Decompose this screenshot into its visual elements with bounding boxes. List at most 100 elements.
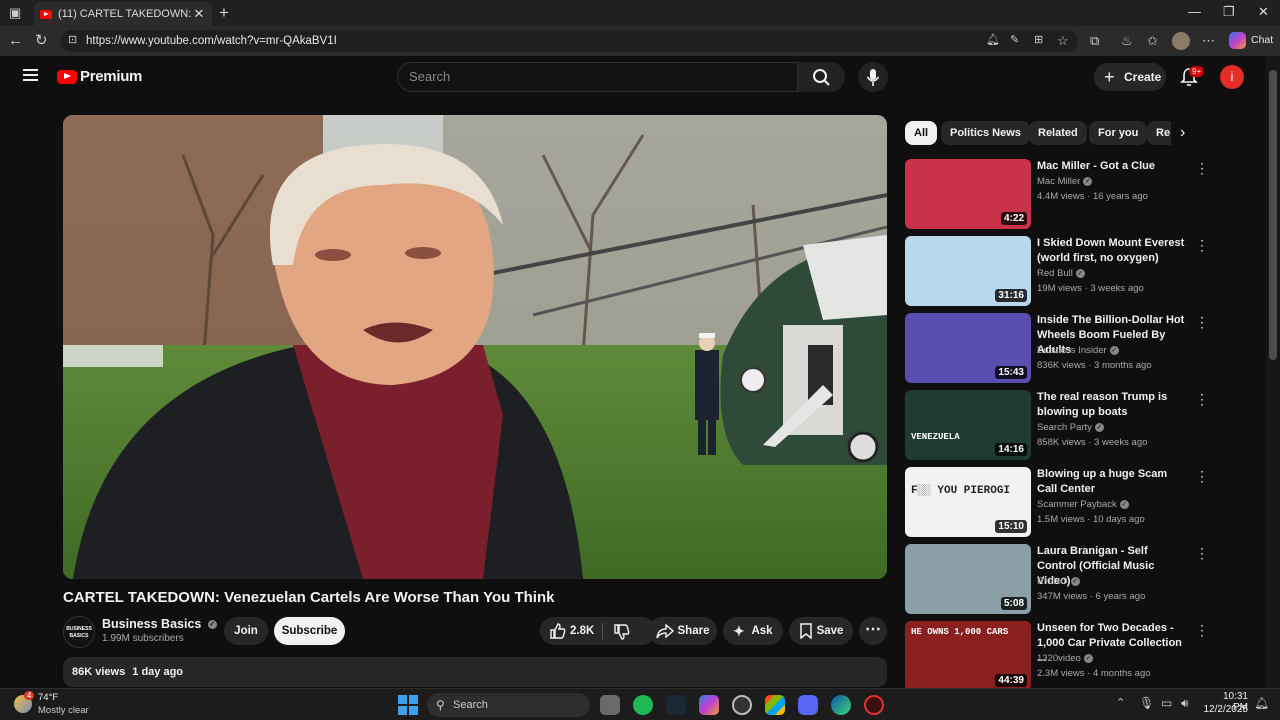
recommended-video-title[interactable]: I Skied Down Mount Everest (world first,… <box>1037 236 1189 266</box>
back-icon[interactable]: ← <box>8 33 23 48</box>
youtube-logo[interactable]: Premium <box>57 68 142 85</box>
subscribe-button[interactable]: Subscribe <box>274 617 345 645</box>
tab-actions-icon[interactable]: ▣ <box>9 6 21 19</box>
youtube-play-icon <box>57 69 77 84</box>
video-thumbnail[interactable]: VENEZUELA 14:16 <box>905 390 1031 460</box>
more-options-icon[interactable]: ⋮ <box>1195 392 1209 406</box>
search-input[interactable]: Search <box>397 62 798 92</box>
recommended-video-title[interactable]: Blowing up a huge Scam Call Center <box>1037 467 1189 497</box>
recommended-channel[interactable]: Scammer Payback ✓ <box>1037 497 1129 512</box>
channel-avatar[interactable]: BUSINESS BASICS <box>63 616 95 648</box>
steam-icon[interactable] <box>666 695 686 715</box>
restore-icon[interactable]: ❐ <box>1223 4 1235 20</box>
recommended-video[interactable]: HE OWNS 1,000 CARS 44:39 Unseen for Two … <box>905 621 1209 693</box>
windows-start-icon[interactable] <box>398 695 418 715</box>
recommended-video[interactable]: 4:22 Mac Miller - Got a Clue Mac Miller ✓… <box>905 159 1209 231</box>
apps-icon[interactable]: ⊞ <box>1034 35 1043 46</box>
dislike-button[interactable] <box>608 617 652 645</box>
copilot-icon[interactable] <box>1229 32 1246 49</box>
share-button[interactable]: Share <box>648 617 717 645</box>
join-button[interactable]: Join <box>224 617 268 645</box>
verified-check-icon: ✓ <box>1075 268 1085 278</box>
favorite-star-icon[interactable]: ☆ <box>1057 34 1069 47</box>
extensions-icon[interactable]: ⧉ <box>1090 34 1099 47</box>
chip-for-you[interactable]: For you <box>1089 121 1148 145</box>
more-actions-icon[interactable]: ⋯ <box>859 617 887 645</box>
spotify-icon[interactable] <box>633 695 653 715</box>
save-button[interactable]: Save <box>789 617 853 645</box>
recommended-video[interactable]: 31:16 I Skied Down Mount Everest (world … <box>905 236 1209 308</box>
video-thumbnail[interactable]: HE OWNS 1,000 CARS 44:39 <box>905 621 1031 691</box>
chip-related[interactable]: Related <box>1029 121 1087 145</box>
browser-tab[interactable]: (11) CARTEL TAKEDOWN: Venezu ✕ <box>34 2 212 26</box>
create-button[interactable]: + Create <box>1094 63 1166 91</box>
more-options-icon[interactable]: ⋮ <box>1195 315 1209 329</box>
notification-permission-icon[interactable]: 🔔︎ <box>986 35 1000 46</box>
chevron-right-icon[interactable]: › <box>1180 124 1185 142</box>
close-tab-icon[interactable]: ✕ <box>192 6 206 22</box>
more-menu-icon[interactable]: ⋯ <box>1202 34 1215 47</box>
new-tab-icon[interactable]: + <box>219 4 229 21</box>
chip-more[interactable]: Re <box>1147 121 1171 145</box>
video-thumbnail[interactable]: F░░ YOU PIEROGI 15:10 <box>905 467 1031 537</box>
recommended-video[interactable]: 15:43 Inside The Billion-Dollar Hot Whee… <box>905 313 1209 385</box>
volume-icon[interactable]: 🔊︎ <box>1181 697 1189 709</box>
clock-date[interactable]: 12/2/2025 <box>1203 704 1249 715</box>
performance-icon[interactable]: ♨ <box>1121 34 1133 47</box>
favorites-icon[interactable]: ✩ <box>1147 34 1158 47</box>
refresh-icon[interactable]: ↻ <box>35 33 48 48</box>
like-button[interactable]: 2.8K <box>540 617 602 645</box>
recommended-video-title[interactable]: Mac Miller - Got a Clue <box>1037 159 1189 174</box>
scrollbar-thumb[interactable] <box>1269 70 1277 360</box>
app-icon[interactable] <box>864 695 884 715</box>
recommended-video[interactable]: VENEZUELA 14:16 The real reason Trump is… <box>905 390 1209 462</box>
chatgpt-icon[interactable] <box>732 695 752 715</box>
chat-label[interactable]: Chat <box>1251 34 1273 46</box>
read-aloud-icon[interactable]: ✎ <box>1010 35 1019 46</box>
url-field[interactable]: ⊡ https://www.youtube.com/watch?v=mr-QAk… <box>60 30 1078 52</box>
more-options-icon[interactable]: ⋮ <box>1195 546 1209 560</box>
copilot-taskbar-icon[interactable] <box>699 695 719 715</box>
minimize-icon[interactable]: — <box>1188 4 1201 19</box>
recommended-channel[interactable]: Mac Miller ✓ <box>1037 174 1093 189</box>
recommended-video-title[interactable]: The real reason Trump is blowing up boat… <box>1037 390 1189 420</box>
site-info-icon[interactable]: ⊡ <box>68 35 77 46</box>
search-button[interactable] <box>798 62 845 92</box>
close-window-icon[interactable]: ✕ <box>1258 4 1269 20</box>
discord-icon[interactable] <box>798 695 818 715</box>
recommended-channel[interactable]: Search Party ✓ <box>1037 420 1104 435</box>
recommended-video[interactable]: F░░ YOU PIEROGI 15:10 Blowing up a huge … <box>905 467 1209 539</box>
more-options-icon[interactable]: ⋮ <box>1195 469 1209 483</box>
more-options-icon[interactable]: ⋮ <box>1195 623 1209 637</box>
show-hidden-icons-icon[interactable]: ⌃ <box>1116 698 1125 709</box>
ask-button[interactable]: ✦ Ask <box>723 617 783 645</box>
store-icon[interactable] <box>765 695 785 715</box>
recommended-channel[interactable]: 1320video ✓ <box>1037 651 1093 666</box>
more-options-icon[interactable]: ⋮ <box>1195 161 1209 175</box>
voice-search-button[interactable] <box>858 62 888 92</box>
taskbar-search[interactable]: ⚲ Search <box>427 693 590 717</box>
task-view-icon[interactable] <box>600 695 620 715</box>
edge-icon[interactable] <box>831 695 851 715</box>
microphone-tray-icon[interactable]: 🎙︎ <box>1139 697 1154 709</box>
profile-avatar[interactable] <box>1172 32 1190 50</box>
menu-icon[interactable] <box>23 69 38 81</box>
video-thumbnail[interactable]: 5:08 <box>905 544 1031 614</box>
recommended-video[interactable]: 5:08 Laura Branigan - Self Control (Offi… <box>905 544 1209 616</box>
video-thumbnail[interactable]: 15:43 <box>905 313 1031 383</box>
display-icon[interactable]: ▭ <box>1161 697 1172 709</box>
video-thumbnail[interactable]: 31:16 <box>905 236 1031 306</box>
video-player[interactable] <box>63 115 887 579</box>
account-avatar[interactable]: i <box>1220 65 1244 89</box>
description-box[interactable]: 86K views 1 day ago <box>63 657 887 687</box>
video-thumbnail[interactable]: 4:22 <box>905 159 1031 229</box>
chip-all[interactable]: All <box>905 121 938 145</box>
channel-name[interactable]: Business Basics ✓ <box>102 617 217 631</box>
page-scrollbar[interactable] <box>1266 56 1280 688</box>
recommended-channel[interactable]: RHINO ✓ <box>1037 574 1080 589</box>
more-options-icon[interactable]: ⋮ <box>1195 238 1209 252</box>
chip-politics-news[interactable]: Politics News <box>941 121 1030 145</box>
notification-center-icon[interactable]: 🔔︎ <box>1254 697 1269 709</box>
recommended-channel[interactable]: Business Insider ✓ <box>1037 343 1119 358</box>
recommended-channel[interactable]: Red Bull ✓ <box>1037 266 1085 281</box>
